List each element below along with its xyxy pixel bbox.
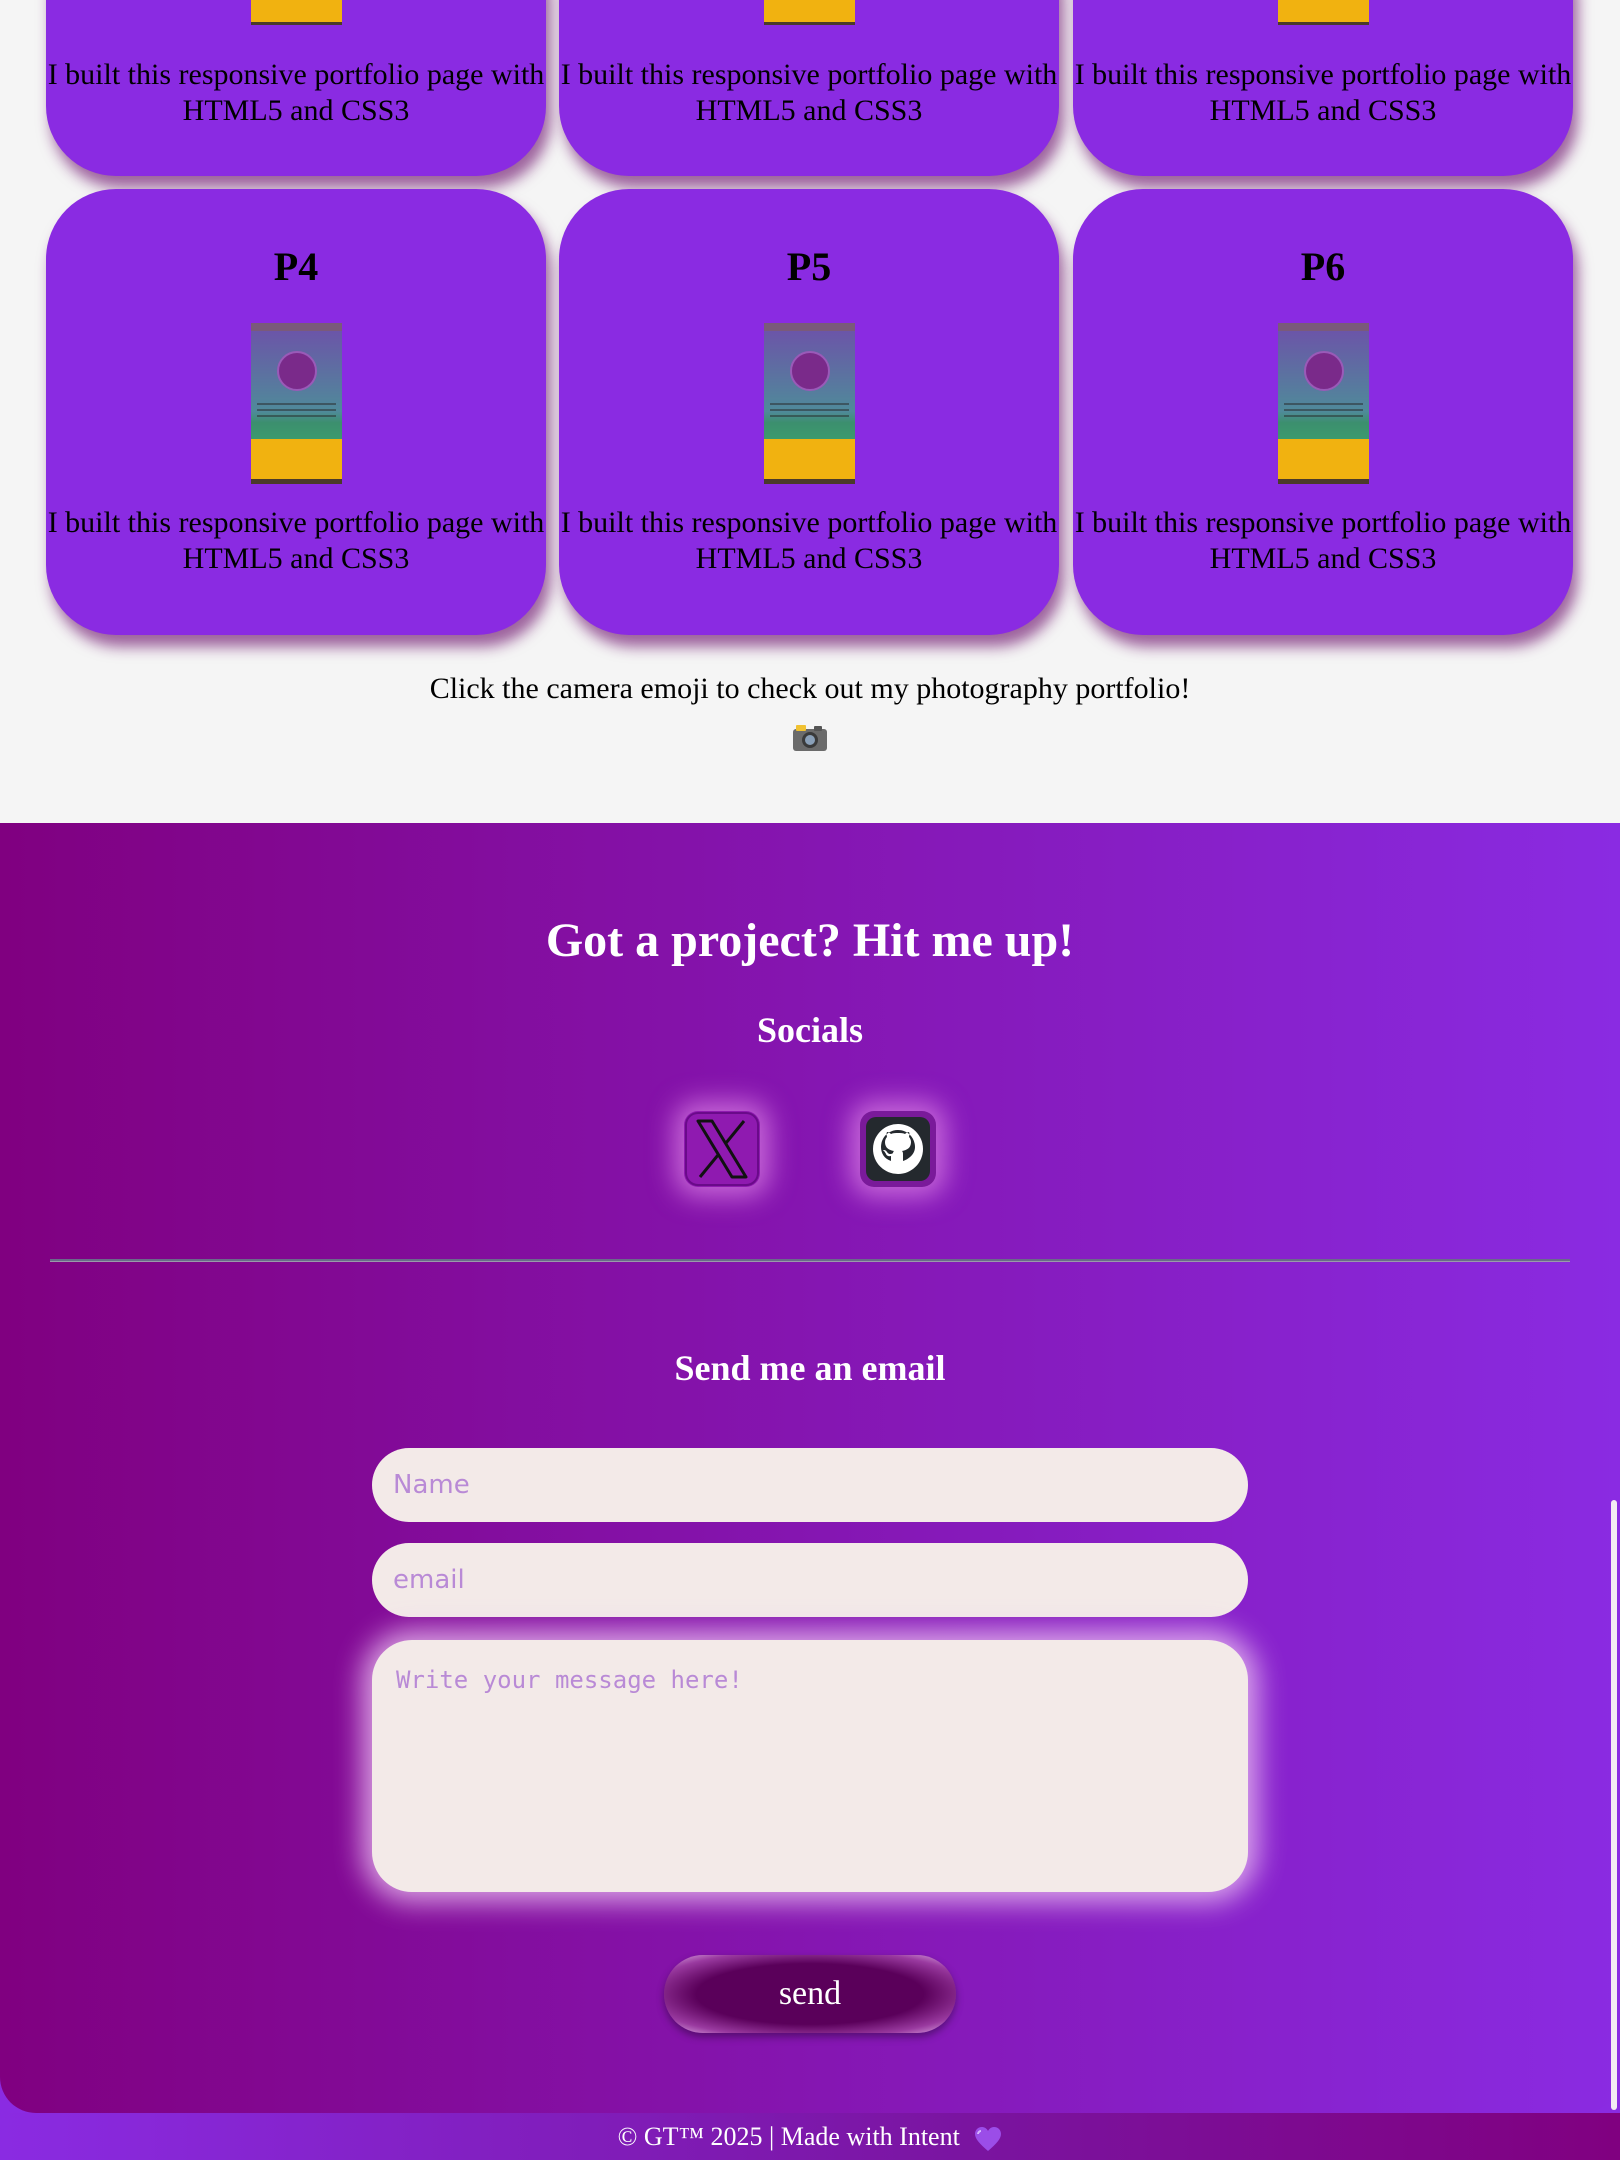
project-card-p3[interactable]: I built this responsive portfolio page w…: [1073, 0, 1573, 176]
project-thumbnail[interactable]: [764, 0, 855, 25]
purple-heart-icon: [975, 2127, 1002, 2152]
avatar: [1304, 351, 1344, 391]
project-title: P5: [786, 244, 832, 289]
project-title: P6: [1300, 244, 1346, 289]
socials-heading: Socials: [756, 1010, 863, 1050]
project-description: I built this responsive portfolio page w…: [1074, 506, 1572, 575]
project-description: I built this responsive portfolio page w…: [47, 58, 545, 127]
section-divider: [50, 1259, 1570, 1262]
footer-text: © GT™ 2025 | Made with Intent: [617, 2122, 960, 2151]
email-heading: Send me an email: [674, 1348, 946, 1388]
project-card-p6[interactable]: P6 I built this responsive portfolio pag…: [1073, 189, 1573, 635]
project-card-p4[interactable]: P4 I built this responsive portfolio pag…: [46, 189, 546, 635]
project-thumbnail[interactable]: [251, 0, 342, 25]
project-description: I built this responsive portfolio page w…: [47, 506, 545, 575]
project-thumbnail[interactable]: [1278, 323, 1369, 484]
x-icon[interactable]: [684, 1111, 760, 1187]
contact-section: Got a project? Hit me up! Socials Send m…: [0, 823, 1620, 2113]
project-card-p2[interactable]: I built this responsive portfolio page w…: [559, 0, 1059, 176]
message-field[interactable]: [372, 1640, 1248, 1892]
camera-icon[interactable]: [792, 722, 828, 752]
footer: © GT™ 2025 | Made with Intent: [0, 2113, 1620, 2160]
project-card-p1[interactable]: I built this responsive portfolio page w…: [46, 0, 546, 176]
project-description: I built this responsive portfolio page w…: [560, 58, 1058, 127]
project-description: I built this responsive portfolio page w…: [560, 506, 1058, 575]
projects-section: I built this responsive portfolio page w…: [0, 0, 1620, 823]
project-thumbnail[interactable]: [1278, 0, 1369, 25]
send-button[interactable]: send: [664, 1955, 956, 2033]
scrollbar[interactable]: [1611, 1500, 1617, 2110]
project-thumbnail[interactable]: [251, 323, 342, 484]
email-field[interactable]: [372, 1543, 1248, 1617]
project-description: I built this responsive portfolio page w…: [1074, 58, 1572, 127]
github-icon[interactable]: [860, 1111, 936, 1187]
photography-prompt: Click the camera emoji to check out my p…: [429, 672, 1191, 705]
project-thumbnail[interactable]: [764, 323, 855, 484]
avatar: [790, 351, 830, 391]
avatar: [277, 351, 317, 391]
project-title: P4: [273, 244, 319, 289]
project-card-p5[interactable]: P5 I built this responsive portfolio pag…: [559, 189, 1059, 635]
contact-heading: Got a project? Hit me up!: [545, 914, 1075, 967]
name-field[interactable]: [372, 1448, 1248, 1522]
